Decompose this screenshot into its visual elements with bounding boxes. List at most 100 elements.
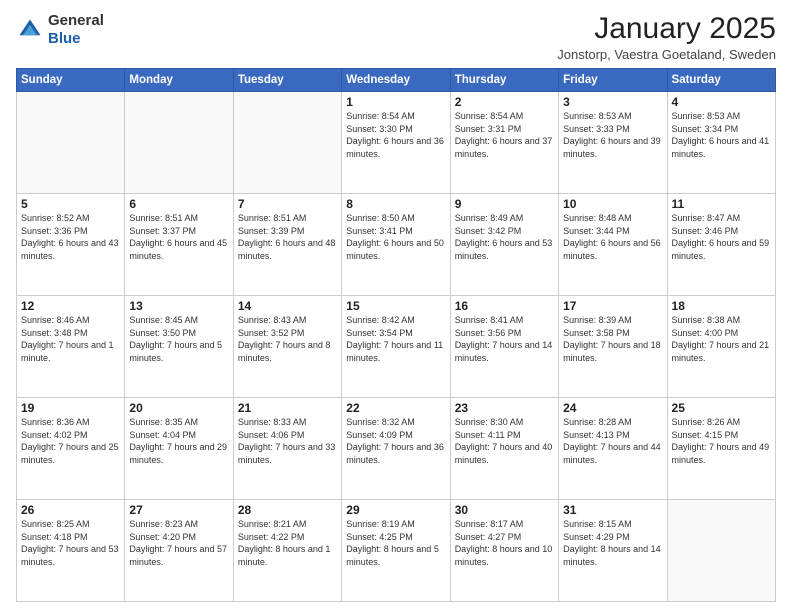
day-info: Sunrise: 8:39 AM Sunset: 3:58 PM Dayligh… bbox=[563, 314, 662, 364]
table-row: 29Sunrise: 8:19 AM Sunset: 4:25 PM Dayli… bbox=[342, 500, 450, 602]
day-info: Sunrise: 8:35 AM Sunset: 4:04 PM Dayligh… bbox=[129, 416, 228, 466]
table-row: 6Sunrise: 8:51 AM Sunset: 3:37 PM Daylig… bbox=[125, 194, 233, 296]
day-number: 23 bbox=[455, 401, 554, 415]
day-number: 6 bbox=[129, 197, 228, 211]
week-row-1: 1Sunrise: 8:54 AM Sunset: 3:30 PM Daylig… bbox=[17, 92, 776, 194]
col-monday: Monday bbox=[125, 69, 233, 92]
day-info: Sunrise: 8:46 AM Sunset: 3:48 PM Dayligh… bbox=[21, 314, 120, 364]
table-row: 21Sunrise: 8:33 AM Sunset: 4:06 PM Dayli… bbox=[233, 398, 341, 500]
day-number: 19 bbox=[21, 401, 120, 415]
day-info: Sunrise: 8:42 AM Sunset: 3:54 PM Dayligh… bbox=[346, 314, 445, 364]
day-number: 27 bbox=[129, 503, 228, 517]
table-row: 18Sunrise: 8:38 AM Sunset: 4:00 PM Dayli… bbox=[667, 296, 775, 398]
day-number: 13 bbox=[129, 299, 228, 313]
day-info: Sunrise: 8:38 AM Sunset: 4:00 PM Dayligh… bbox=[672, 314, 771, 364]
day-number: 7 bbox=[238, 197, 337, 211]
day-info: Sunrise: 8:17 AM Sunset: 4:27 PM Dayligh… bbox=[455, 518, 554, 568]
col-friday: Friday bbox=[559, 69, 667, 92]
table-row: 14Sunrise: 8:43 AM Sunset: 3:52 PM Dayli… bbox=[233, 296, 341, 398]
day-number: 20 bbox=[129, 401, 228, 415]
month-title: January 2025 bbox=[557, 12, 776, 45]
logo-blue: Blue bbox=[48, 30, 81, 47]
day-number: 22 bbox=[346, 401, 445, 415]
day-info: Sunrise: 8:33 AM Sunset: 4:06 PM Dayligh… bbox=[238, 416, 337, 466]
day-number: 3 bbox=[563, 95, 662, 109]
calendar-table: Sunday Monday Tuesday Wednesday Thursday… bbox=[16, 68, 776, 602]
table-row: 25Sunrise: 8:26 AM Sunset: 4:15 PM Dayli… bbox=[667, 398, 775, 500]
table-row: 10Sunrise: 8:48 AM Sunset: 3:44 PM Dayli… bbox=[559, 194, 667, 296]
calendar-header-row: Sunday Monday Tuesday Wednesday Thursday… bbox=[17, 69, 776, 92]
col-sunday: Sunday bbox=[17, 69, 125, 92]
page: General Blue January 2025 Jonstorp, Vaes… bbox=[0, 0, 792, 612]
day-info: Sunrise: 8:52 AM Sunset: 3:36 PM Dayligh… bbox=[21, 212, 120, 262]
day-number: 12 bbox=[21, 299, 120, 313]
table-row: 19Sunrise: 8:36 AM Sunset: 4:02 PM Dayli… bbox=[17, 398, 125, 500]
table-row: 9Sunrise: 8:49 AM Sunset: 3:42 PM Daylig… bbox=[450, 194, 558, 296]
day-number: 5 bbox=[21, 197, 120, 211]
day-info: Sunrise: 8:43 AM Sunset: 3:52 PM Dayligh… bbox=[238, 314, 337, 364]
day-info: Sunrise: 8:15 AM Sunset: 4:29 PM Dayligh… bbox=[563, 518, 662, 568]
header: General Blue January 2025 Jonstorp, Vaes… bbox=[16, 12, 776, 62]
day-number: 29 bbox=[346, 503, 445, 517]
day-info: Sunrise: 8:45 AM Sunset: 3:50 PM Dayligh… bbox=[129, 314, 228, 364]
day-info: Sunrise: 8:47 AM Sunset: 3:46 PM Dayligh… bbox=[672, 212, 771, 262]
day-info: Sunrise: 8:32 AM Sunset: 4:09 PM Dayligh… bbox=[346, 416, 445, 466]
table-row: 16Sunrise: 8:41 AM Sunset: 3:56 PM Dayli… bbox=[450, 296, 558, 398]
table-row: 11Sunrise: 8:47 AM Sunset: 3:46 PM Dayli… bbox=[667, 194, 775, 296]
day-number: 18 bbox=[672, 299, 771, 313]
day-info: Sunrise: 8:54 AM Sunset: 3:30 PM Dayligh… bbox=[346, 110, 445, 160]
day-info: Sunrise: 8:21 AM Sunset: 4:22 PM Dayligh… bbox=[238, 518, 337, 568]
day-info: Sunrise: 8:54 AM Sunset: 3:31 PM Dayligh… bbox=[455, 110, 554, 160]
day-info: Sunrise: 8:41 AM Sunset: 3:56 PM Dayligh… bbox=[455, 314, 554, 364]
day-number: 1 bbox=[346, 95, 445, 109]
table-row bbox=[125, 92, 233, 194]
table-row: 4Sunrise: 8:53 AM Sunset: 3:34 PM Daylig… bbox=[667, 92, 775, 194]
col-thursday: Thursday bbox=[450, 69, 558, 92]
table-row: 26Sunrise: 8:25 AM Sunset: 4:18 PM Dayli… bbox=[17, 500, 125, 602]
table-row: 20Sunrise: 8:35 AM Sunset: 4:04 PM Dayli… bbox=[125, 398, 233, 500]
week-row-2: 5Sunrise: 8:52 AM Sunset: 3:36 PM Daylig… bbox=[17, 194, 776, 296]
day-number: 9 bbox=[455, 197, 554, 211]
table-row: 23Sunrise: 8:30 AM Sunset: 4:11 PM Dayli… bbox=[450, 398, 558, 500]
day-info: Sunrise: 8:19 AM Sunset: 4:25 PM Dayligh… bbox=[346, 518, 445, 568]
title-block: January 2025 Jonstorp, Vaestra Goetaland… bbox=[557, 12, 776, 62]
day-number: 24 bbox=[563, 401, 662, 415]
table-row: 24Sunrise: 8:28 AM Sunset: 4:13 PM Dayli… bbox=[559, 398, 667, 500]
day-number: 31 bbox=[563, 503, 662, 517]
day-number: 25 bbox=[672, 401, 771, 415]
week-row-4: 19Sunrise: 8:36 AM Sunset: 4:02 PM Dayli… bbox=[17, 398, 776, 500]
day-info: Sunrise: 8:28 AM Sunset: 4:13 PM Dayligh… bbox=[563, 416, 662, 466]
logo: General Blue bbox=[16, 12, 104, 48]
day-info: Sunrise: 8:50 AM Sunset: 3:41 PM Dayligh… bbox=[346, 212, 445, 262]
week-row-5: 26Sunrise: 8:25 AM Sunset: 4:18 PM Dayli… bbox=[17, 500, 776, 602]
location: Jonstorp, Vaestra Goetaland, Sweden bbox=[557, 47, 776, 62]
day-number: 30 bbox=[455, 503, 554, 517]
day-info: Sunrise: 8:23 AM Sunset: 4:20 PM Dayligh… bbox=[129, 518, 228, 568]
day-info: Sunrise: 8:51 AM Sunset: 3:37 PM Dayligh… bbox=[129, 212, 228, 262]
table-row: 27Sunrise: 8:23 AM Sunset: 4:20 PM Dayli… bbox=[125, 500, 233, 602]
day-number: 4 bbox=[672, 95, 771, 109]
table-row: 7Sunrise: 8:51 AM Sunset: 3:39 PM Daylig… bbox=[233, 194, 341, 296]
table-row: 12Sunrise: 8:46 AM Sunset: 3:48 PM Dayli… bbox=[17, 296, 125, 398]
day-info: Sunrise: 8:48 AM Sunset: 3:44 PM Dayligh… bbox=[563, 212, 662, 262]
table-row: 28Sunrise: 8:21 AM Sunset: 4:22 PM Dayli… bbox=[233, 500, 341, 602]
week-row-3: 12Sunrise: 8:46 AM Sunset: 3:48 PM Dayli… bbox=[17, 296, 776, 398]
logo-text: General Blue bbox=[48, 12, 104, 48]
table-row: 5Sunrise: 8:52 AM Sunset: 3:36 PM Daylig… bbox=[17, 194, 125, 296]
table-row: 2Sunrise: 8:54 AM Sunset: 3:31 PM Daylig… bbox=[450, 92, 558, 194]
day-info: Sunrise: 8:30 AM Sunset: 4:11 PM Dayligh… bbox=[455, 416, 554, 466]
logo-icon bbox=[16, 16, 44, 44]
day-number: 11 bbox=[672, 197, 771, 211]
table-row: 1Sunrise: 8:54 AM Sunset: 3:30 PM Daylig… bbox=[342, 92, 450, 194]
table-row: 22Sunrise: 8:32 AM Sunset: 4:09 PM Dayli… bbox=[342, 398, 450, 500]
table-row: 31Sunrise: 8:15 AM Sunset: 4:29 PM Dayli… bbox=[559, 500, 667, 602]
day-number: 8 bbox=[346, 197, 445, 211]
table-row bbox=[233, 92, 341, 194]
day-number: 15 bbox=[346, 299, 445, 313]
day-number: 10 bbox=[563, 197, 662, 211]
col-saturday: Saturday bbox=[667, 69, 775, 92]
table-row: 17Sunrise: 8:39 AM Sunset: 3:58 PM Dayli… bbox=[559, 296, 667, 398]
day-number: 17 bbox=[563, 299, 662, 313]
table-row bbox=[667, 500, 775, 602]
day-info: Sunrise: 8:36 AM Sunset: 4:02 PM Dayligh… bbox=[21, 416, 120, 466]
